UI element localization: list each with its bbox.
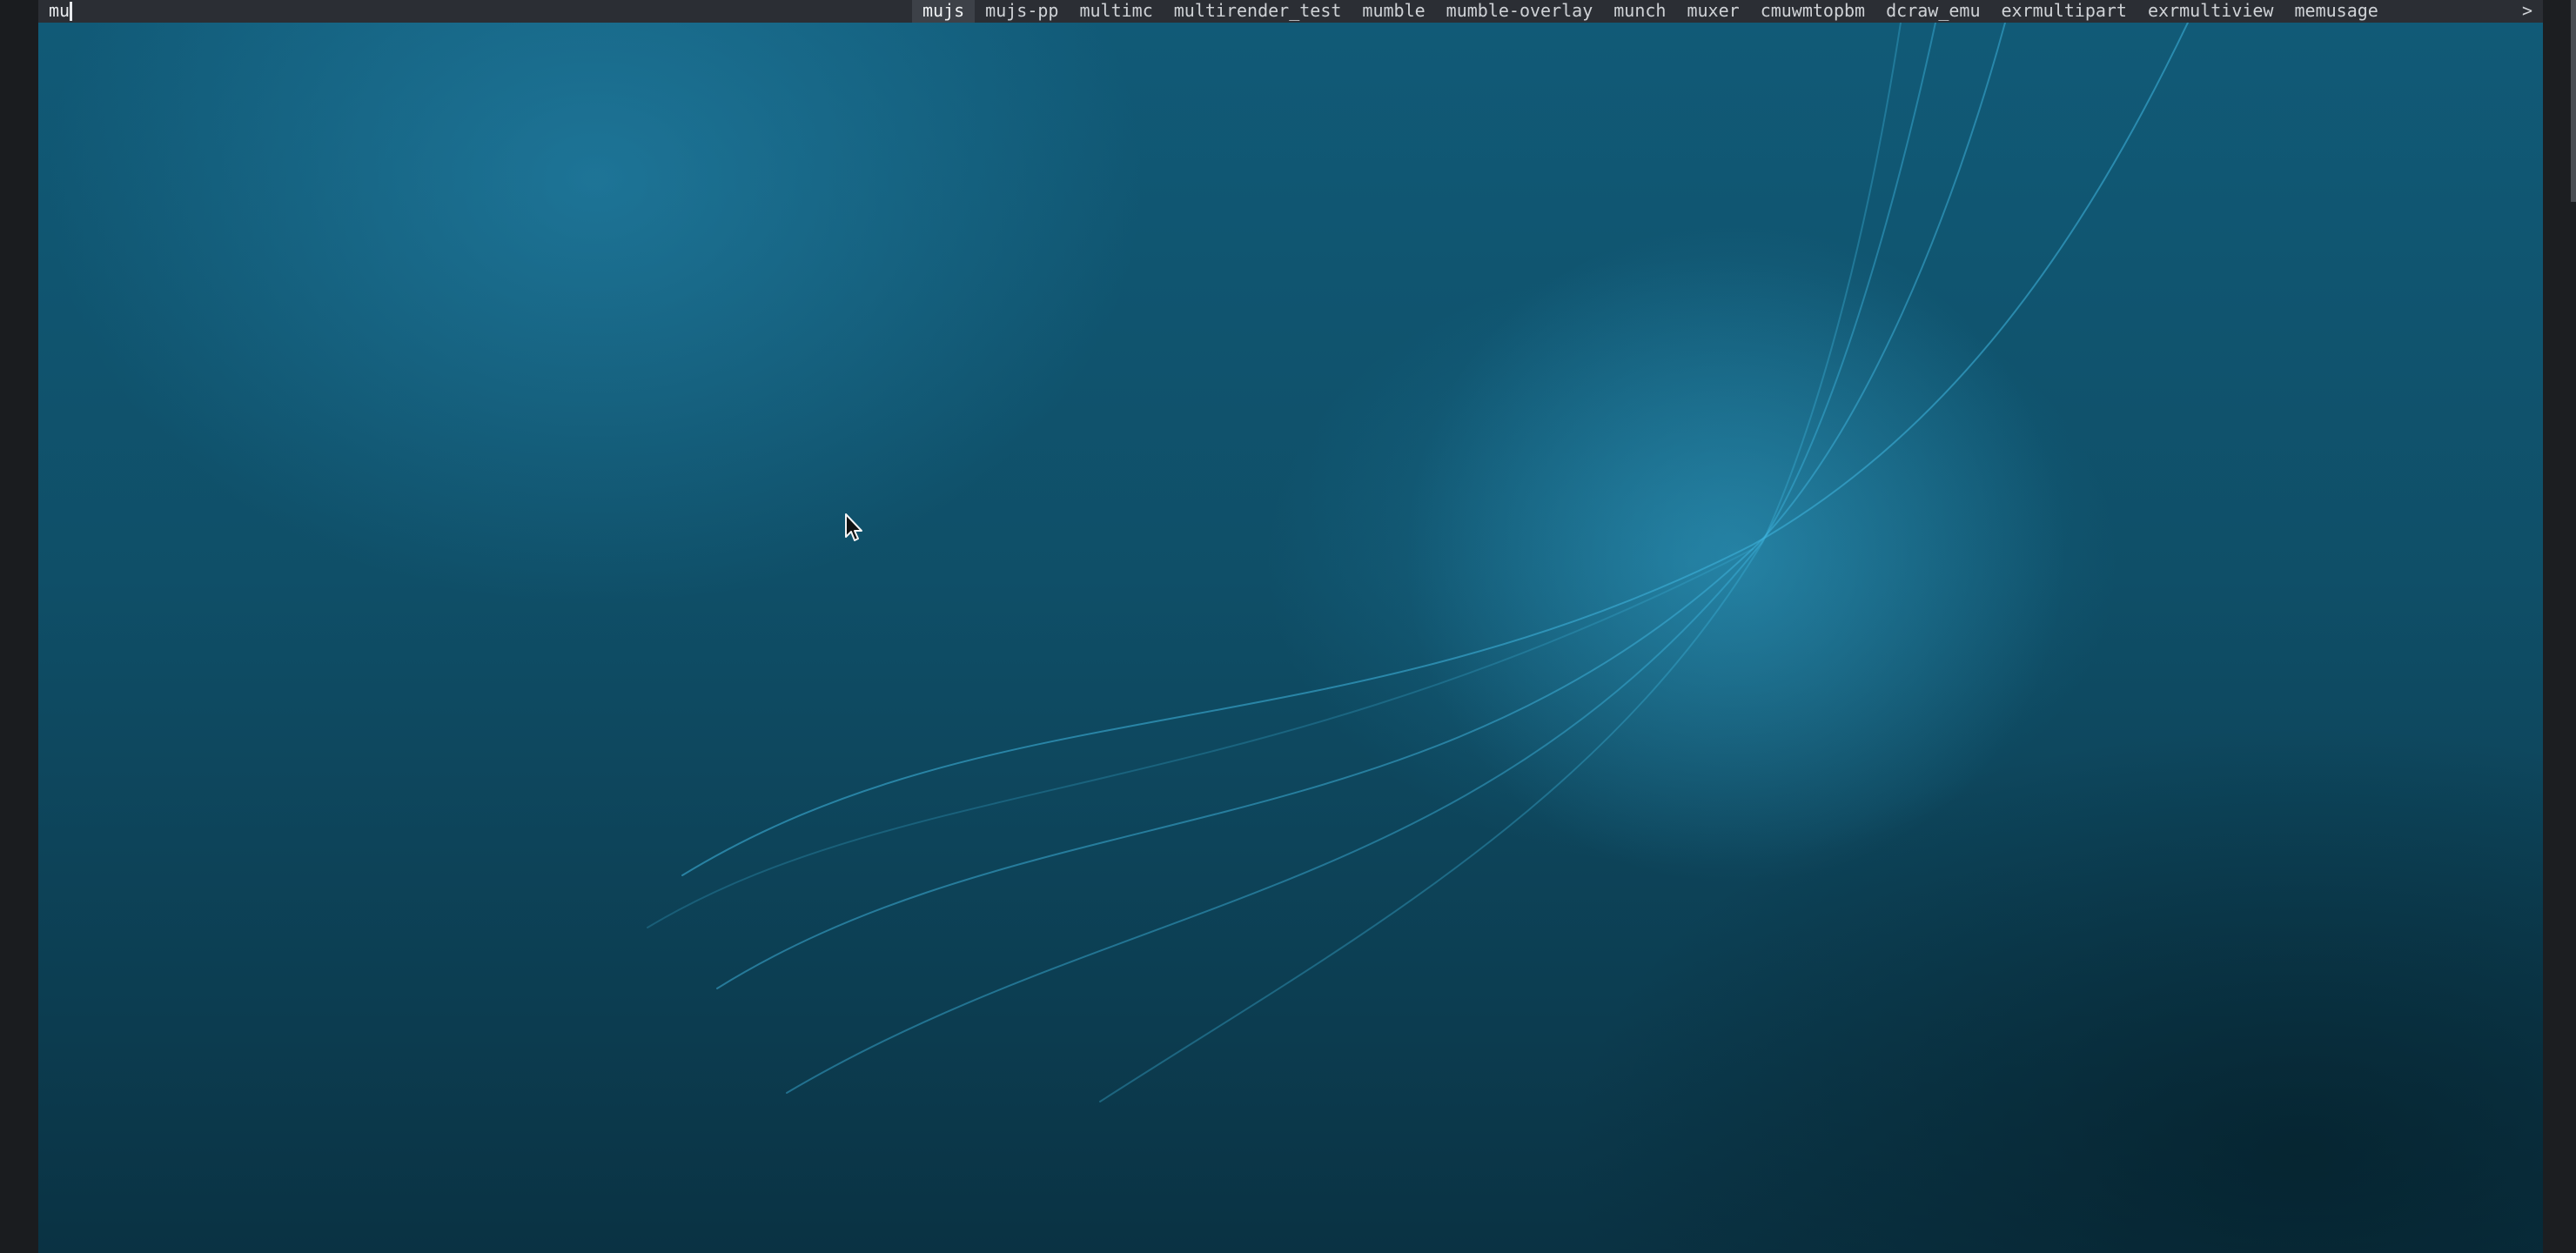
mouse-pointer-icon	[845, 513, 862, 541]
dmenu-item[interactable]: mujs-pp	[975, 0, 1069, 23]
dmenu-item[interactable]: exrmultiview	[2137, 0, 2284, 23]
dmenu-items-list: mujs mujs-pp multimc multirender_test mumble…	[912, 0, 2389, 23]
dmenu-item[interactable]: dcraw_emu	[1875, 0, 1990, 23]
dmenu-item[interactable]: mumble	[1352, 0, 1435, 23]
dmenu-item[interactable]: memusage	[2284, 0, 2388, 23]
left-border	[0, 0, 38, 1253]
dmenu-bar: mu mujs mujs-pp multimc multirender_test mum…	[38, 0, 2543, 23]
dmenu-item[interactable]: multirender_test	[1164, 0, 1352, 23]
dmenu-item[interactable]: cmuwmtopbm	[1750, 0, 1875, 23]
dmenu-item[interactable]: mumble-overlay	[1436, 0, 1604, 23]
text-cursor	[70, 2, 72, 21]
dmenu-input[interactable]: mu	[49, 0, 70, 23]
dmenu-item[interactable]: exrmultipart	[1990, 0, 2137, 23]
right-border	[2543, 0, 2576, 1253]
desktop-screen: mu mujs mujs-pp multimc multirender_test mum…	[0, 0, 2576, 1253]
dmenu-item[interactable]: munch	[1603, 0, 1676, 23]
dmenu-more-indicator[interactable]: >	[2522, 0, 2532, 23]
wallpaper-curves	[647, 23, 2189, 1102]
dmenu-item[interactable]: multimc	[1069, 0, 1163, 23]
scroll-indicator[interactable]	[2571, 0, 2576, 202]
dmenu-item[interactable]: muxer	[1676, 0, 1749, 23]
dmenu-item[interactable]: mujs	[912, 0, 976, 23]
desktop-wallpaper	[38, 23, 2543, 1253]
